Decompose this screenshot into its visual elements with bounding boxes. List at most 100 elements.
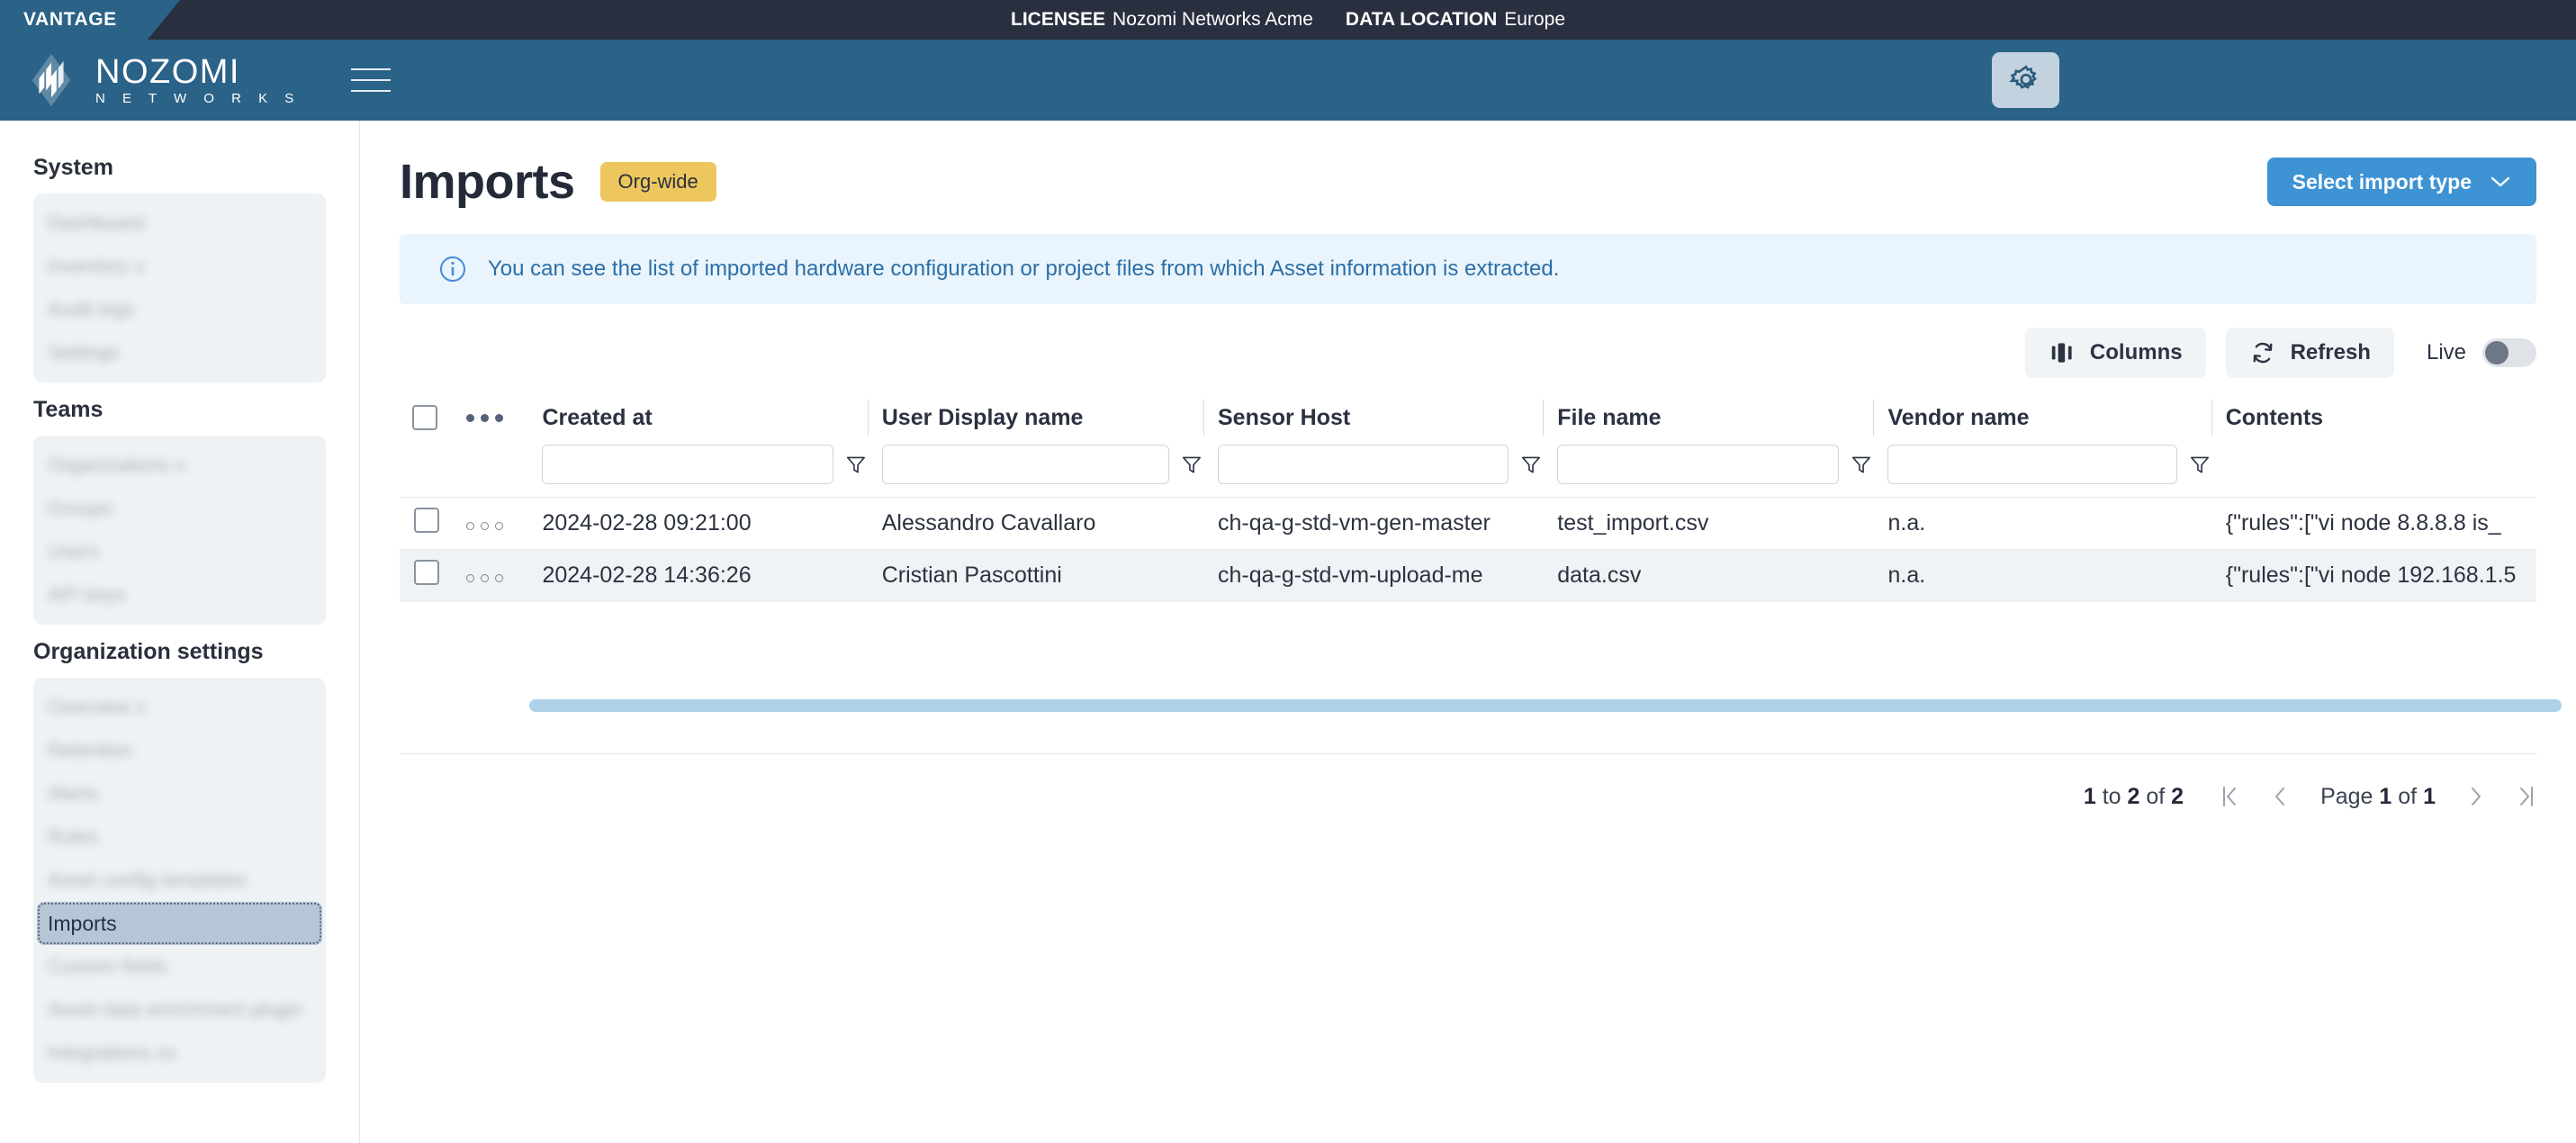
row-checkbox[interactable] [414, 560, 439, 586]
main-content: Imports Org-wide Select import type You … [360, 121, 2576, 1143]
sidebar-item-hidden[interactable]: Rules [37, 815, 322, 859]
sidebar-item-label-hidden: Alerts [48, 782, 99, 805]
sidebar-section-title: Organization settings [33, 639, 264, 664]
filter-icon[interactable] [844, 453, 868, 476]
sidebar-item-label: Imports [48, 911, 117, 935]
imports-table: Created at User Display name Sensor Host… [400, 391, 2536, 602]
info-banner-message: You can see the list of imported hardwar… [488, 256, 1560, 281]
data-location-value: Europe [1504, 9, 1565, 30]
licensee-value: Nozomi Networks Acme [1112, 9, 1313, 30]
live-toggle[interactable] [2482, 338, 2536, 367]
cell-user-display-name: Cristian Pascottini [867, 549, 1203, 602]
header-created-at[interactable]: Created at [527, 391, 867, 445]
table-row[interactable]: 2024-02-28 09:21:00 Alessandro Cavallaro… [400, 497, 2536, 550]
app-header: NOZOMI N E T W O R K S [0, 40, 2576, 121]
cell-created-at: 2024-02-28 14:36:26 [527, 549, 868, 602]
page-of-word: of [2398, 783, 2418, 809]
sidebar-item-label-hidden: Asset config templates [48, 868, 248, 891]
sidebar-item-hidden[interactable]: Settings [37, 331, 322, 374]
row-select-cell [400, 549, 462, 602]
horizontal-scrollbar-thumb[interactable] [529, 698, 2562, 712]
sidebar-item-label-hidden: Inventory x [48, 255, 145, 277]
data-location-info: DATA LOCATION Europe [1346, 9, 1565, 31]
sidebar-item-hidden[interactable]: Overview x [37, 686, 322, 729]
select-import-type-button[interactable]: Select import type [2266, 158, 2536, 206]
imports-table-container: Created at User Display name Sensor Host… [400, 391, 2562, 840]
row-select-cell [400, 497, 462, 550]
sidebar-item-hidden[interactable]: Integrations xx [37, 1031, 322, 1075]
sidebar-item-hidden[interactable]: Asset data enrichment plugin [37, 988, 322, 1031]
columns-button-label: Columns [2089, 340, 2183, 364]
nozomi-logo[interactable]: NOZOMI N E T W O R K S [23, 52, 301, 108]
sidebar-item-label-hidden: Audit logs [48, 298, 135, 320]
sidebar-item-label-hidden: Integrations xx [48, 1041, 177, 1064]
chevron-left-icon [2275, 788, 2285, 806]
filter-icon[interactable] [1850, 453, 1873, 476]
sidebar-item-hidden[interactable]: Organizations x [37, 444, 322, 487]
header-file-name[interactable]: File name [1543, 391, 1873, 445]
topbar-meta: LICENSEE Nozomi Networks Acme DATA LOCATI… [1011, 9, 1565, 31]
select-all-checkbox[interactable] [412, 405, 437, 430]
chevron-right-icon [2472, 788, 2481, 806]
sidebar-item-hidden[interactable]: Inventory x [37, 245, 322, 288]
cell-sensor-host: ch-qa-g-std-vm-gen-master [1202, 497, 1544, 550]
settings-button[interactable] [1992, 52, 2059, 108]
filter-icon[interactable] [2188, 453, 2211, 476]
filter-icon[interactable] [1180, 453, 1203, 476]
table-row[interactable]: 2024-02-28 14:36:26 Cristian Pascottini … [400, 549, 2536, 602]
sidebar-section-title: Teams [33, 397, 104, 422]
table-header: Created at User Display name Sensor Host… [400, 391, 2536, 498]
header-user-display-name-label: User Display name [881, 404, 1084, 430]
cell-contents: {"rules":["vi node 192.168.1.5 [2211, 549, 2536, 602]
sidebar-item-hidden[interactable]: Asset config templates [37, 859, 322, 902]
header-contents[interactable]: Contents [2211, 391, 2536, 445]
page-title: Imports [400, 155, 575, 209]
table-options-menu-icon[interactable] [466, 413, 504, 422]
sidebar-item-hidden[interactable]: Custom fields [37, 945, 322, 988]
nozomi-wordmark: NOZOMI N E T W O R K S [95, 55, 301, 105]
next-page-button[interactable] [2468, 785, 2484, 808]
sidebar-item-hidden[interactable]: Groups [37, 487, 322, 530]
first-page-button[interactable] [2220, 785, 2239, 808]
sidebar-item-hidden[interactable]: Dashboard [37, 202, 322, 245]
row-checkbox[interactable] [414, 508, 439, 533]
sidebar-item-hidden[interactable]: Alerts [37, 772, 322, 815]
hamburger-menu-icon[interactable] [350, 66, 391, 94]
sidebar-item-hidden[interactable]: Retention [37, 729, 322, 772]
licensee-label: LICENSEE [1011, 9, 1106, 30]
row-options-menu-icon[interactable] [466, 574, 504, 583]
filter-user-display-name-input[interactable] [881, 445, 1169, 484]
filter-file-name-input[interactable] [1557, 445, 1840, 484]
filter-created-at-input[interactable] [542, 445, 833, 484]
logo-primary-text: NOZOMI [95, 53, 240, 91]
header-vendor-name[interactable]: Vendor name [1873, 391, 2211, 445]
sidebar-item-hidden[interactable]: Users [37, 530, 322, 573]
refresh-button[interactable]: Refresh [2225, 328, 2394, 378]
live-toggle-knob [2485, 341, 2508, 364]
filter-sensor-host-cell [1203, 445, 1543, 498]
header-user-display-name[interactable]: User Display name [867, 391, 1203, 445]
cell-file-name: test_import.csv [1543, 497, 1874, 550]
filter-sensor-host-input[interactable] [1217, 445, 1509, 484]
table-header-row: Created at User Display name Sensor Host… [400, 391, 2536, 445]
sidebar-item-imports[interactable]: Imports [37, 902, 322, 945]
filter-spacer-menu [461, 445, 527, 498]
columns-button[interactable]: Columns [2024, 328, 2206, 378]
sidebar-item-hidden[interactable]: API keys [37, 573, 322, 616]
sidebar-item-label-hidden: Custom fields [48, 955, 168, 977]
refresh-icon [2253, 342, 2273, 364]
filter-icon[interactable] [1519, 453, 1543, 476]
sidebar-item-hidden[interactable]: Audit logs [37, 288, 322, 331]
row-options-menu-icon[interactable] [466, 522, 504, 530]
header-sensor-host[interactable]: Sensor Host [1202, 391, 1543, 445]
filter-spacer-check [400, 445, 461, 498]
horizontal-scrollbar-track[interactable] [400, 698, 2562, 712]
table-toolbar: Columns Refresh Live [400, 328, 2536, 378]
sidebar-section-list: Overview x Retention Alerts Rules Asset … [33, 678, 326, 1083]
filter-vendor-name-input[interactable] [1887, 445, 2177, 484]
vantage-label: VANTAGE [23, 9, 117, 30]
header-actions-cell [461, 391, 527, 445]
last-page-button[interactable] [2517, 785, 2536, 808]
org-wide-badge: Org-wide [599, 162, 716, 202]
previous-page-button[interactable] [2272, 785, 2288, 808]
